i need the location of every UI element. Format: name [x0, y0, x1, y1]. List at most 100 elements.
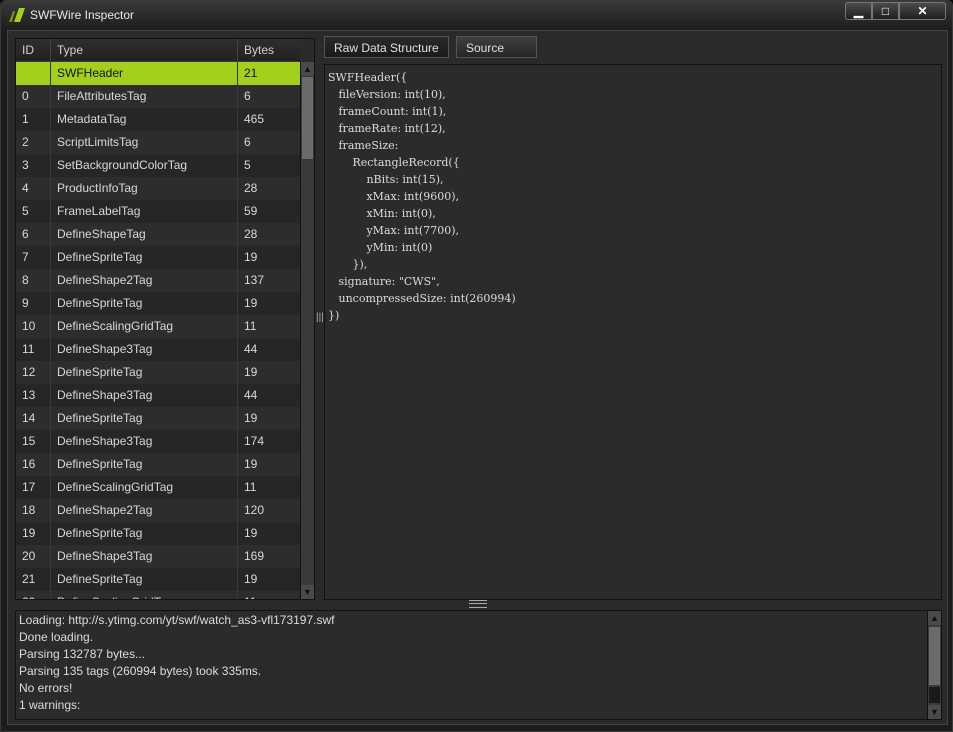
cell-bytes: 19 [244, 365, 258, 379]
scroll-up-icon[interactable]: ▲ [928, 611, 941, 625]
table-row[interactable]: 9 DefineSpriteTag 19 [16, 292, 300, 315]
column-header-type[interactable]: Type [51, 39, 238, 61]
cell-type: FileAttributesTag [51, 85, 238, 108]
code-line: frameCount: int(1), [328, 105, 447, 118]
cell-id: 0 [16, 85, 51, 108]
cell-id: 17 [16, 476, 51, 499]
table-row[interactable]: 14 DefineSpriteTag 19 [16, 407, 300, 430]
cell-id: 15 [16, 430, 51, 453]
scrollbar-thumb[interactable] [929, 627, 940, 685]
vertical-splitter-handle[interactable]: ||| [316, 311, 324, 325]
cell-type: DefineShape2Tag [51, 499, 238, 522]
table-row[interactable]: 6 DefineShapeTag 28 [16, 223, 300, 246]
log-line: Done loading. [19, 630, 94, 644]
cell-id: 19 [16, 522, 51, 545]
title-bar[interactable]: SWFWire Inspector ▁ □ ✕ [1, 1, 952, 29]
cell-type: DefineSpriteTag [51, 453, 238, 476]
raw-data-text: SWFHeader({ fileVersion: int(10), frameC… [328, 69, 516, 324]
cell-id: 22 [16, 591, 51, 599]
cell-type: DefineScalingGridTag [51, 315, 238, 338]
cell-type: DefineShape3Tag [51, 545, 238, 568]
cell-id: 11 [16, 338, 51, 361]
code-line: }), [328, 258, 368, 271]
table-row[interactable]: 0 FileAttributesTag 6 [16, 85, 300, 108]
cell-id: 6 [16, 223, 51, 246]
cell-bytes: 28 [244, 227, 258, 241]
cell-type: DefineScalingGridTag [51, 476, 238, 499]
table-row[interactable]: 5 FrameLabelTag 59 [16, 200, 300, 223]
cell-bytes: 465 [244, 112, 265, 126]
table-header: ID Type Bytes [16, 39, 300, 62]
cell-bytes: 44 [244, 388, 258, 402]
scroll-down-icon[interactable]: ▼ [928, 705, 941, 719]
app-logo-icon [9, 8, 25, 22]
code-line: frameRate: int(12), [328, 122, 446, 135]
log-line: Loading: http://s.ytimg.com/yt/swf/watch… [19, 613, 335, 627]
scroll-down-icon[interactable]: ▼ [301, 585, 314, 599]
cell-id: 8 [16, 269, 51, 292]
cell-type: ScriptLimitsTag [51, 131, 238, 154]
cell-bytes: 21 [244, 66, 258, 80]
tag-table: ID Type Bytes SWFHeader 21 0 FileAttributes… [15, 38, 315, 600]
scroll-up-icon[interactable]: ▲ [301, 62, 314, 76]
raw-data-panel[interactable]: SWFHeader({ fileVersion: int(10), frameC… [324, 64, 942, 600]
cell-bytes: 6 [244, 135, 251, 149]
tab-raw-data-structure[interactable]: Raw Data Structure [324, 36, 449, 58]
table-scrollbar[interactable]: ▲ ▼ [300, 62, 314, 599]
cell-bytes: 120 [244, 503, 265, 517]
tab-source-hex[interactable]: Source Hex [456, 36, 537, 77]
table-row[interactable]: 15 DefineShape3Tag 174 [16, 430, 300, 453]
code-line: nBits: int(15), [328, 173, 444, 186]
table-row[interactable]: 21 DefineSpriteTag 19 [16, 568, 300, 591]
code-line: SWFHeader({ [328, 71, 408, 84]
table-row[interactable]: 10 DefineScalingGridTag 11 [16, 315, 300, 338]
table-row[interactable]: 7 DefineSpriteTag 19 [16, 246, 300, 269]
table-body: SWFHeader 21 0 FileAttributesTag 6 1 MetadataT… [16, 62, 300, 599]
table-row[interactable]: 12 DefineSpriteTag 19 [16, 361, 300, 384]
table-row[interactable]: SWFHeader 21 [16, 62, 300, 85]
table-row[interactable]: 1 MetadataTag 465 [16, 108, 300, 131]
cell-id: 21 [16, 568, 51, 591]
log-line: Parsing 135 tags (260994 bytes) took 335… [19, 664, 262, 678]
table-row[interactable]: 11 DefineShape3Tag 44 [16, 338, 300, 361]
horizontal-splitter-handle[interactable] [469, 600, 487, 608]
cell-bytes: 169 [244, 549, 265, 563]
log-scrollbar[interactable]: ▲ ▼ [927, 611, 941, 719]
cell-id: 5 [16, 200, 51, 223]
table-row[interactable]: 22DefineScalingGridTag11 [16, 591, 300, 599]
cell-id: 1 [16, 108, 51, 131]
cell-id: 10 [16, 315, 51, 338]
cell-bytes: 137 [244, 273, 265, 287]
maximize-button[interactable]: □ [872, 2, 899, 20]
cell-type: DefineSpriteTag [51, 568, 238, 591]
table-row[interactable]: 3 SetBackgroundColorTag 5 [16, 154, 300, 177]
cell-type: DefineShape2Tag [51, 269, 238, 292]
table-row[interactable]: 8 DefineShape2Tag 137 [16, 269, 300, 292]
cell-type: DefineSpriteTag [51, 522, 238, 545]
table-row[interactable]: 18 DefineShape2Tag 120 [16, 499, 300, 522]
cell-bytes: 174 [244, 434, 265, 448]
cell-type: DefineSpriteTag [51, 361, 238, 384]
cell-type: MetadataTag [51, 108, 238, 131]
cell-bytes: 11 [244, 480, 257, 494]
table-row[interactable]: 16 DefineSpriteTag 19 [16, 453, 300, 476]
table-row[interactable]: 20 DefineShape3Tag 169 [16, 545, 300, 568]
cell-bytes: 28 [244, 181, 258, 195]
table-row[interactable]: 13 DefineShape3Tag 44 [16, 384, 300, 407]
cell-type: SWFHeader [51, 62, 238, 85]
table-row[interactable]: 19 DefineSpriteTag 19 [16, 522, 300, 545]
log-panel[interactable]: Loading: http://s.ytimg.com/yt/swf/watch… [15, 610, 942, 720]
column-header-id[interactable]: ID [16, 39, 51, 61]
cell-bytes: 59 [244, 204, 258, 218]
cell-id: 18 [16, 499, 51, 522]
scrollbar-thumb[interactable] [302, 77, 313, 159]
cell-type: DefineShape3Tag [51, 384, 238, 407]
column-header-bytes[interactable]: Bytes [238, 39, 300, 61]
log-line: 1 warnings: [19, 698, 81, 712]
table-row[interactable]: 2 ScriptLimitsTag 6 [16, 131, 300, 154]
minimize-button[interactable]: ▁ [845, 2, 872, 20]
code-line: frameSize: [328, 139, 399, 152]
table-row[interactable]: 17 DefineScalingGridTag 11 [16, 476, 300, 499]
close-button[interactable]: ✕ [899, 2, 946, 20]
table-row[interactable]: 4 ProductInfoTag 28 [16, 177, 300, 200]
